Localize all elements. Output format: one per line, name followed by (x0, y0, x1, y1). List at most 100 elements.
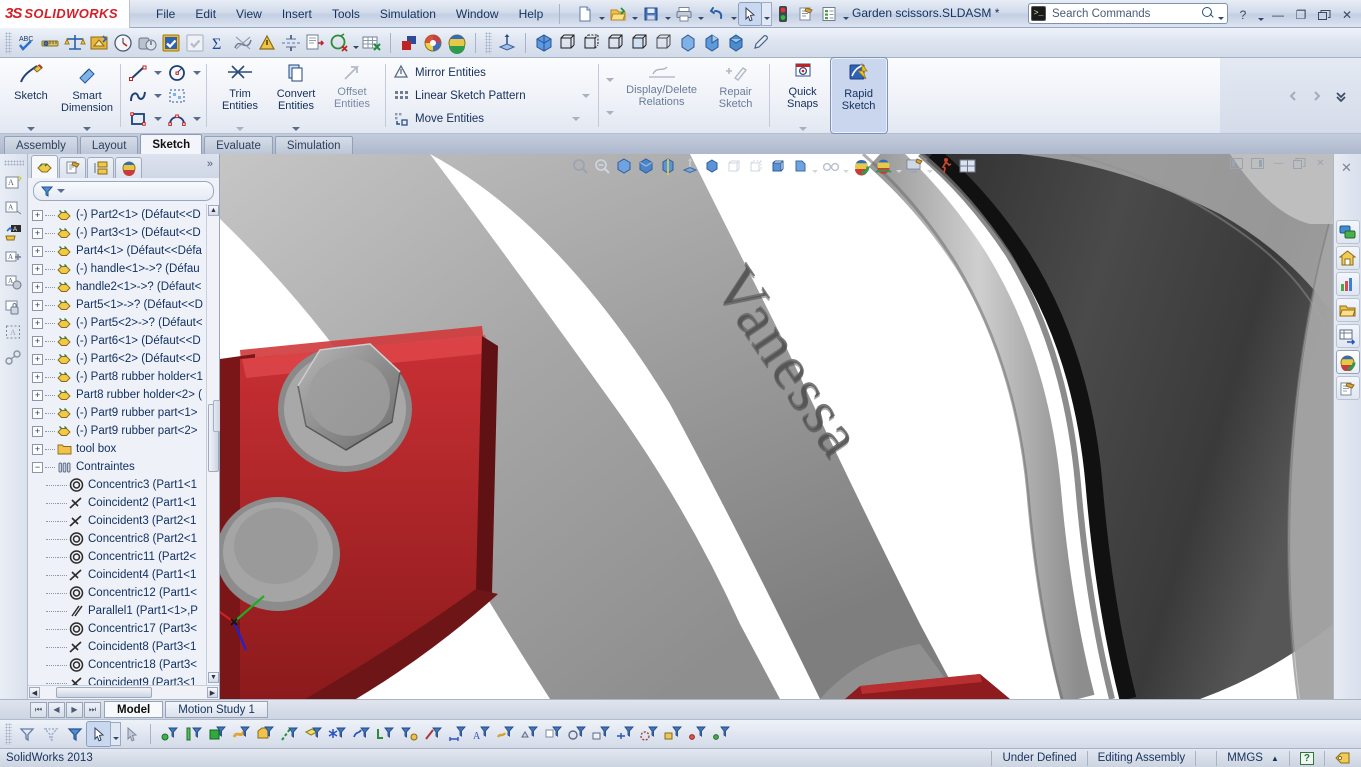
view-setting-icon[interactable] (904, 156, 925, 177)
geometry-analysis-icon[interactable] (327, 31, 351, 55)
annotation-toolbar-grip[interactable] (3, 160, 24, 166)
filter-notes-icon[interactable] (541, 722, 565, 746)
filter-weld-beads-icon[interactable] (493, 722, 517, 746)
toggle-filters-icon[interactable] (63, 722, 87, 746)
tree-collapse-toggle[interactable]: − (32, 461, 43, 473)
feature-tree-item[interactable]: + Part5<1>->? (Défaut<<D (28, 296, 219, 314)
select-arrow-icon[interactable] (86, 721, 112, 747)
filter-connection-points-icon[interactable] (685, 722, 709, 746)
tree-scroll-down-arrow[interactable]: ▼ (208, 672, 219, 683)
ribbon-button-repair-sketch[interactable]: Repair Sketch (708, 58, 764, 133)
feature-tree-item[interactable]: + (-) Part9 rubber part<1> (28, 404, 219, 422)
undo-icon[interactable] (706, 3, 728, 25)
filter-welding-symbols-icon[interactable] (517, 722, 541, 746)
mass-properties-icon[interactable] (63, 31, 87, 55)
feature-tree-item[interactable]: + tool box (28, 440, 219, 458)
sensor-icon[interactable] (111, 31, 135, 55)
tile-right-button[interactable] (1249, 156, 1266, 171)
tree-expand-toggle[interactable]: + (32, 371, 43, 383)
scene-icon[interactable] (445, 31, 469, 55)
ribbon-button-smart-dimension[interactable]: Smart Dimension (59, 58, 115, 133)
tree-expand-toggle[interactable]: + (32, 425, 43, 437)
feature-tree-item[interactable]: Coincident8 (Part3<1 (28, 638, 219, 656)
tree-vertical-scrollbar[interactable]: ▲ ▼ (206, 204, 219, 699)
feature-tree-item[interactable]: + (-) Part2<1> (Défaut<<D (28, 206, 219, 224)
menu-item-insert[interactable]: Insert (272, 4, 322, 24)
circle-tool-dropdown[interactable] (191, 62, 202, 84)
rectangle-tool-dropdown[interactable] (152, 108, 163, 130)
select-arrow-dropdown[interactable] (761, 1, 773, 26)
status-units[interactable]: MMGS ▲ (1216, 750, 1289, 766)
filter-dimensions-icon[interactable] (445, 722, 469, 746)
graphics-close-button[interactable]: ✕ (1312, 156, 1329, 171)
search-icon[interactable] (1201, 6, 1216, 21)
feature-tree-item[interactable]: Coincident4 (Part1<1 (28, 566, 219, 584)
search-input[interactable]: Search Commands (1046, 8, 1201, 20)
feature-tree-item[interactable]: + (-) Part8 rubber holder<1 (28, 368, 219, 386)
feature-tree-item[interactable]: + (-) Part9 rubber part<2> (28, 422, 219, 440)
status-help-badge[interactable]: ? (1288, 750, 1324, 766)
tab-assembly[interactable]: Assembly (4, 136, 78, 154)
feature-tree-item[interactable]: Coincident3 (Part2<1 (28, 512, 219, 530)
tree-scroll-right-arrow[interactable]: ▶ (207, 687, 218, 698)
view-palette-icon[interactable] (1335, 324, 1360, 348)
wireframe-hu-icon[interactable] (723, 156, 744, 177)
panel-expand-chevrons[interactable]: » (207, 158, 213, 170)
quick-snaps-dropdown[interactable] (798, 127, 807, 133)
tab-layout[interactable]: Layout (79, 136, 139, 154)
clear-filters-icon[interactable] (39, 722, 63, 746)
shaded-hu-icon[interactable] (789, 156, 810, 177)
viewport-icon[interactable] (957, 156, 978, 177)
auto-balloon-icon[interactable]: A (3, 221, 25, 243)
filter-planes-icon[interactable] (301, 722, 325, 746)
view-toolbar-grip[interactable] (485, 31, 492, 54)
magnetic-line-icon[interactable]: A (3, 246, 25, 268)
menu-item-window[interactable]: Window (446, 4, 509, 24)
graphics-minimize-button[interactable]: — (1270, 156, 1287, 171)
search-commands-box[interactable]: >_ Search Commands (1028, 3, 1228, 24)
filter-datum-icon[interactable] (589, 722, 613, 746)
hidden-lines-removed-icon[interactable] (604, 31, 628, 55)
ribbon-button-display-delete-relations[interactable]: Display/Delete Relations (616, 58, 708, 133)
filter-routing-points-icon[interactable] (709, 722, 733, 746)
feature-tree-item[interactable]: Concentric3 (Part1<1 (28, 476, 219, 494)
sketch-fillet-area-icon[interactable] (164, 85, 190, 107)
feature-tree-item[interactable]: + Part8 rubber holder<2> ( (28, 386, 219, 404)
relations-dropdown-bottom[interactable] (605, 110, 614, 115)
zoom-to-fit-icon[interactable] (569, 156, 590, 177)
task-pane-close-icon[interactable]: ✕ (1341, 160, 1352, 176)
filter-axes-icon[interactable] (277, 722, 301, 746)
symmetry-check-icon[interactable] (279, 31, 303, 55)
search-dropdown[interactable] (1216, 3, 1225, 25)
status-tag-icon[interactable] (1324, 750, 1361, 766)
appearances-scenes-icon[interactable] (1335, 350, 1360, 374)
print-icon[interactable] (673, 3, 695, 25)
filter-solid-bodies-icon[interactable] (253, 722, 277, 746)
close-button[interactable]: ✕ (1337, 5, 1357, 25)
new-document-icon[interactable] (574, 3, 596, 25)
tree-expand-toggle[interactable]: + (32, 389, 43, 401)
zoom-to-area-icon[interactable] (591, 156, 612, 177)
tree-horizontal-scrollbar[interactable]: ◀ ▶ (28, 685, 219, 699)
rectangle-tool-icon[interactable] (125, 108, 151, 130)
isometric-view-icon[interactable] (532, 31, 556, 55)
tree-scroll-up-arrow[interactable]: ▲ (208, 205, 219, 216)
feature-tree-item[interactable]: + (-) Part6<1> (Défaut<<D (28, 332, 219, 350)
ribbon-expand-icon[interactable] (1329, 84, 1353, 108)
rebuild-traffic-light-icon[interactable] (772, 3, 794, 25)
solidworks-resources-icon[interactable] (1335, 220, 1360, 244)
filter-dropdown-caret[interactable] (57, 189, 65, 193)
print-dropdown[interactable] (696, 3, 705, 25)
reference-geometry-axis-icon[interactable] (495, 31, 519, 55)
circle-tool-icon[interactable] (164, 62, 190, 84)
move-entities-dropdown[interactable] (568, 116, 584, 121)
view-setting-dropdown[interactable] (926, 156, 934, 177)
ribbon-button-trim-entities[interactable]: Trim Entities (212, 58, 268, 133)
configuration-manager-tab[interactable] (87, 157, 114, 178)
open-document-icon[interactable] (607, 3, 629, 25)
open-document-dropdown[interactable] (630, 3, 639, 25)
hide-show-items-icon[interactable] (701, 156, 722, 177)
feature-tree-item[interactable]: + (-) Part5<2>->? (Défaut< (28, 314, 219, 332)
feature-tree-item[interactable]: Concentric18 (Part3< (28, 656, 219, 674)
line-tool-dropdown[interactable] (152, 62, 163, 84)
